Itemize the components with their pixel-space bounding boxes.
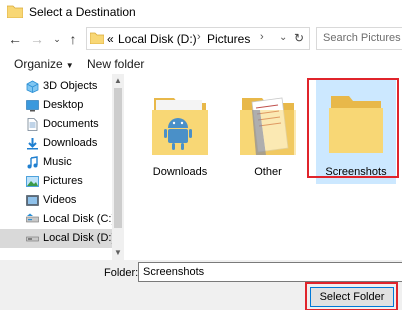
sidebar-item-downloads[interactable]: Downloads	[0, 134, 112, 153]
videos-icon	[26, 195, 39, 206]
navigation-bar: ← → ⌄ ↑ « Local Disk (D:) › Pictures › ⌄…	[0, 24, 402, 54]
music-icon	[27, 156, 38, 169]
title-bar: Select a Destination	[0, 0, 402, 24]
refresh-icon[interactable]: ↻	[294, 31, 304, 45]
pictures-icon	[26, 176, 39, 187]
sidebar-item-videos[interactable]: Videos	[0, 191, 112, 210]
dialog-footer: Folder: Select Folder	[0, 260, 402, 310]
documents-folder-icon	[240, 97, 296, 155]
scrollbar-thumb[interactable]	[114, 88, 122, 228]
breadcrumb-separator[interactable]: ›	[197, 31, 201, 43]
sidebar-item-label: Documents	[43, 118, 99, 130]
search-box[interactable]: Search Pictures	[316, 27, 402, 50]
folder-field-container	[138, 262, 402, 282]
folder-tile-downloads[interactable]: Downloads	[140, 80, 220, 184]
sidebar-item-desktop[interactable]: Desktop	[0, 96, 112, 115]
folder-name-input[interactable]	[139, 263, 402, 281]
sidebar-item-label: Music	[43, 156, 72, 168]
breadcrumb-overflow[interactable]: «	[107, 32, 114, 46]
3d-objects-icon	[26, 80, 39, 93]
scroll-down-icon[interactable]: ▼	[114, 248, 122, 257]
address-bar[interactable]: « Local Disk (D:) › Pictures › ⌄ ↻	[86, 27, 310, 50]
sidebar-item-3d-objects[interactable]: 3D Objects	[0, 77, 112, 96]
new-folder-button[interactable]: New folder	[87, 57, 144, 71]
documents-icon	[27, 118, 38, 131]
drive-icon	[26, 213, 39, 223]
downloads-icon	[27, 138, 38, 150]
sidebar-item-local-disk-c[interactable]: Local Disk (C:)	[0, 210, 116, 229]
sidebar-item-label: Local Disk (C:)	[43, 213, 116, 225]
select-folder-button[interactable]: Select Folder	[310, 287, 394, 307]
search-input[interactable]: Search Pictures	[323, 32, 401, 44]
organize-button[interactable]: Organize ▼	[14, 57, 74, 71]
forward-arrow-icon[interactable]: →	[29, 31, 45, 47]
sidebar-item-local-disk-d[interactable]: Local Disk (D:)	[0, 229, 116, 248]
folder-tile-other[interactable]: Other	[228, 80, 308, 184]
highlight-box	[307, 78, 399, 178]
chevron-down-icon[interactable]: ⌄	[279, 32, 287, 43]
window-title: Select a Destination	[29, 5, 136, 19]
breadcrumb-local-disk-d[interactable]: Local Disk (D:)	[118, 32, 197, 46]
sidebar-item-label: 3D Objects	[43, 80, 98, 92]
up-arrow-icon[interactable]: ↑	[65, 31, 81, 47]
chevron-down-icon[interactable]: ⌄	[49, 31, 65, 47]
sidebar-item-label: Downloads	[43, 137, 98, 149]
command-toolbar: Organize ▼ New folder	[0, 54, 402, 74]
sidebar-item-label: Videos	[43, 194, 77, 206]
folder-icon	[90, 32, 104, 44]
caret-down-icon: ▼	[65, 61, 74, 70]
breadcrumb-pictures[interactable]: Pictures	[207, 32, 250, 46]
folder-tile-label: Other	[254, 166, 282, 178]
folder-tile-label: Downloads	[152, 166, 208, 178]
drive-icon	[26, 236, 39, 242]
sidebar-scrollbar[interactable]: ▲ ▼	[112, 74, 124, 260]
sidebar-item-pictures[interactable]: Pictures	[0, 172, 112, 191]
sidebar-item-label: Desktop	[43, 99, 84, 111]
back-arrow-icon[interactable]: ←	[7, 31, 23, 47]
folder-icon	[7, 5, 23, 18]
navigation-pane: 3D Objects Desktop Documents Downloads M…	[0, 74, 124, 260]
android-folder-icon	[152, 98, 208, 155]
folder-label: Folder:	[104, 267, 139, 279]
desktop-icon	[26, 100, 39, 112]
sidebar-item-music[interactable]: Music	[0, 153, 112, 172]
scroll-up-icon[interactable]: ▲	[114, 76, 122, 85]
sidebar-item-label: Pictures	[43, 175, 83, 187]
organize-label: Organize	[14, 57, 63, 71]
sidebar-item-documents[interactable]: Documents	[0, 115, 112, 134]
breadcrumb-separator[interactable]: ›	[260, 31, 264, 43]
sidebar-item-label: Local Disk (D:)	[43, 232, 116, 244]
